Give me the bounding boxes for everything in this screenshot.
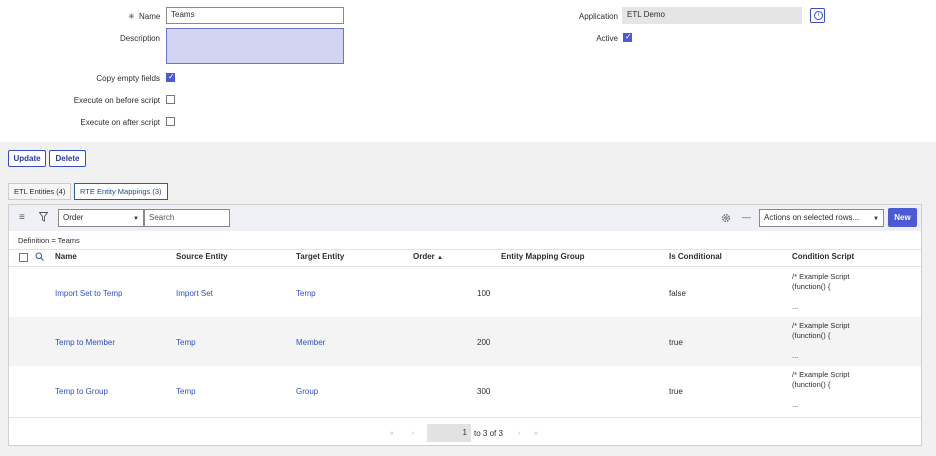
info-button[interactable]: i: [810, 8, 825, 23]
header-target-entity[interactable]: Target Entity: [296, 252, 344, 261]
last-page-icon[interactable]: »: [534, 429, 538, 439]
required-marker: ✳: [128, 12, 135, 21]
row-condition-script: /* Example Script (function() {...: [792, 370, 850, 409]
header-condition-script[interactable]: Condition Script: [792, 252, 854, 261]
active-checkbox[interactable]: [623, 32, 632, 42]
divider: [9, 266, 921, 267]
table-row: Temp to Member Temp Member 200 true /* E…: [9, 317, 921, 366]
hamburger-menu-icon[interactable]: ≡: [19, 213, 25, 223]
header-source-entity[interactable]: Source Entity: [176, 252, 228, 261]
header-entity-mapping-group[interactable]: Entity Mapping Group: [501, 252, 585, 261]
row-target-link[interactable]: Member: [296, 338, 325, 347]
row-order: 200: [477, 338, 491, 347]
header-name[interactable]: Name: [55, 252, 77, 261]
actions-select[interactable]: Actions on selected rows... ▼: [759, 209, 884, 227]
row-is-conditional: true: [669, 387, 683, 396]
row-is-conditional: true: [669, 338, 683, 347]
row-name-link[interactable]: Import Set to Temp: [55, 289, 122, 298]
record-form: ✳ Name Teams Description Copy empty fiel…: [0, 0, 936, 142]
chevron-down-icon: ▼: [873, 216, 879, 222]
name-input[interactable]: Teams: [166, 7, 344, 24]
application-label: Application: [578, 12, 618, 21]
row-target-link[interactable]: Group: [296, 387, 318, 396]
delete-button[interactable]: Delete: [49, 150, 86, 167]
next-page-icon[interactable]: ›: [518, 429, 520, 439]
chevron-down-icon: ▼: [133, 216, 139, 222]
page-number-input[interactable]: 1: [427, 424, 471, 442]
copy-empty-fields-checkbox[interactable]: [166, 72, 175, 82]
previous-page-icon[interactable]: ‹: [412, 429, 414, 439]
field-select[interactable]: Order ▼: [58, 209, 144, 227]
execute-after-label: Execute on after script: [80, 118, 160, 127]
table-row: Temp to Group Temp Group 300 true /* Exa…: [9, 366, 921, 415]
header-is-conditional[interactable]: Is Conditional: [669, 252, 722, 261]
copy-empty-fields-label: Copy empty fields: [96, 74, 160, 83]
row-order: 100: [477, 289, 491, 298]
row-order: 300: [477, 387, 491, 396]
info-icon: i: [814, 11, 823, 20]
filter-icon[interactable]: [38, 212, 49, 224]
select-all-checkbox[interactable]: [19, 253, 28, 262]
tab-rte-entity-mappings[interactable]: RTE Entity Mappings (3): [74, 183, 168, 200]
row-condition-script: /* Example Script (function() {...: [792, 321, 850, 360]
execute-before-checkbox[interactable]: [166, 95, 175, 104]
page-range: to 3 of 3: [474, 429, 503, 438]
breadcrumb[interactable]: Definition = Teams: [18, 236, 80, 245]
row-source-link[interactable]: Temp: [176, 387, 196, 396]
row-target-link[interactable]: Temp: [296, 289, 316, 298]
row-source-link[interactable]: Temp: [176, 338, 196, 347]
row-name-link[interactable]: Temp to Group: [55, 387, 108, 396]
collapse-icon[interactable]: —: [742, 212, 751, 222]
row-source-link[interactable]: Import Set: [176, 289, 213, 298]
header-order[interactable]: Order ▲: [413, 252, 443, 261]
execute-after-checkbox[interactable]: [166, 117, 175, 126]
list-toolbar: ≡ Order ▼ Search — Actions on selected r…: [9, 205, 921, 231]
execute-before-label: Execute on before script: [73, 96, 160, 105]
name-label: Name: [139, 12, 161, 21]
search-icon[interactable]: [35, 252, 44, 263]
actions-select-value: Actions on selected rows...: [764, 213, 860, 222]
row-is-conditional: false: [669, 289, 686, 298]
application-field: ETL Demo: [622, 7, 802, 24]
search-input[interactable]: Search: [144, 209, 230, 227]
table-row: Import Set to Temp Import Set Temp 100 f…: [9, 268, 921, 317]
tab-etl-entities[interactable]: ETL Entities (4): [8, 183, 72, 200]
divider: [9, 249, 921, 250]
description-textarea[interactable]: [166, 28, 344, 64]
first-page-icon[interactable]: «: [390, 429, 394, 439]
field-select-value: Order: [63, 213, 84, 222]
row-condition-script: /* Example Script (function() {...: [792, 272, 850, 311]
gear-icon[interactable]: [721, 213, 731, 225]
divider: [9, 417, 921, 418]
related-list-panel: ≡ Order ▼ Search — Actions on selected r…: [8, 204, 922, 446]
update-button[interactable]: Update: [8, 150, 46, 167]
active-label: Active: [596, 34, 618, 43]
description-label: Description: [119, 34, 160, 43]
row-name-link[interactable]: Temp to Member: [55, 338, 115, 347]
sort-ascending-icon: ▲: [437, 255, 443, 261]
new-button[interactable]: New: [888, 208, 917, 227]
